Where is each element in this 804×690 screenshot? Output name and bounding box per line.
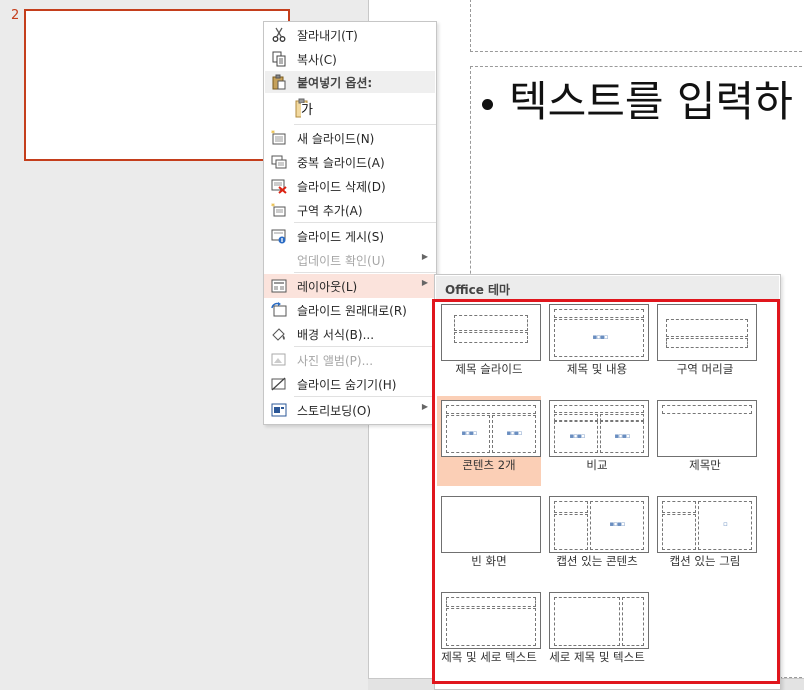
- menu-separator: [294, 346, 436, 347]
- clipboard-icon: [272, 74, 286, 90]
- menu-item-hide-slide[interactable]: 슬라이드 숨기기(H): [264, 372, 436, 396]
- menu-item-format-background[interactable]: 배경 서식(B)...: [264, 322, 436, 346]
- menu-item-new-slide[interactable]: * 새 슬라이드(N): [264, 126, 436, 150]
- menu-item-label: 레이아웃(L): [297, 280, 358, 294]
- svg-text:*: *: [271, 130, 275, 138]
- context-menu: 잘라내기(T) 복사(C) 붙여넣기 옵션: * 새 슬라이드(N) 중복 슬라…: [263, 21, 437, 425]
- menu-item-label: 복사(C): [297, 53, 337, 67]
- highlight-annotation-box: [432, 299, 780, 684]
- menu-separator: [294, 222, 436, 223]
- submenu-arrow-icon: ▶: [421, 252, 428, 261]
- title-placeholder[interactable]: [470, 0, 804, 52]
- menu-item-cut[interactable]: 잘라내기(T): [264, 23, 436, 47]
- slide-thumbnail[interactable]: [24, 9, 290, 161]
- menu-item-duplicate-slide[interactable]: 중복 슬라이드(A): [264, 150, 436, 174]
- paste-options-label: 붙여넣기 옵션:: [297, 76, 373, 90]
- menu-item-label: 슬라이드 원래대로(R): [297, 304, 407, 318]
- bullet-dot: [482, 99, 493, 110]
- paste-keep-text-only-button[interactable]: 가: [295, 98, 315, 120]
- menu-separator: [294, 396, 436, 397]
- menu-item-reset-slide[interactable]: 슬라이드 원래대로(R): [264, 298, 436, 322]
- add-section-icon: *: [271, 202, 286, 217]
- theme-header-label: Office 테마: [445, 283, 511, 297]
- submenu-arrow-icon: ▶: [421, 278, 428, 287]
- menu-item-label: 중복 슬라이드(A): [297, 156, 385, 170]
- submenu-arrow-icon: ▶: [421, 402, 428, 411]
- slide-number: 2: [11, 8, 20, 23]
- delete-slide-icon: [271, 179, 287, 194]
- menu-item-label: 배경 서식(B)...: [297, 328, 375, 342]
- svg-text:*: *: [271, 202, 275, 211]
- menu-item-label: 업데이트 확인(U): [297, 254, 386, 268]
- menu-item-label: 슬라이드 숨기기(H): [297, 378, 397, 392]
- menu-item-layout[interactable]: 레이아웃(L) ▶: [264, 274, 436, 298]
- menu-separator: [294, 124, 436, 125]
- bullet-text: 텍스트를 입력하: [509, 77, 793, 126]
- paste-options-header: 붙여넣기 옵션:: [265, 71, 435, 93]
- menu-item-label: 슬라이드 삭제(D): [297, 180, 386, 194]
- menu-item-storyboarding[interactable]: 스토리보딩(O) ▶: [264, 398, 436, 422]
- content-bullet: 텍스트를 입력하: [482, 68, 793, 129]
- menu-item-photo-album: 사진 앨범(P)...: [264, 348, 436, 372]
- paste-option-glyph: 가: [301, 103, 313, 118]
- menu-item-publish-slides[interactable]: 슬라이드 게시(S): [264, 224, 436, 248]
- menu-item-check-for-updates: 업데이트 확인(U) ▶: [264, 248, 436, 272]
- duplicate-slide-icon: [271, 155, 287, 169]
- publish-slides-icon: [271, 229, 286, 244]
- menu-item-label: 사진 앨범(P)...: [297, 354, 374, 368]
- scissors-icon: [272, 27, 286, 42]
- reset-slide-icon: [271, 302, 287, 317]
- new-slide-icon: *: [271, 130, 286, 145]
- menu-item-label: 새 슬라이드(N): [297, 132, 375, 146]
- storyboarding-icon: [271, 403, 287, 417]
- theme-header: Office 테마: [436, 276, 779, 300]
- hide-slide-icon: [271, 377, 286, 391]
- layout-icon: [271, 279, 287, 293]
- menu-item-label: 스토리보딩(O): [297, 404, 372, 418]
- menu-item-label: 잘라내기(T): [297, 29, 358, 43]
- copy-icon: [272, 51, 286, 67]
- menu-item-label: 슬라이드 게시(S): [297, 230, 385, 244]
- menu-item-delete-slide[interactable]: 슬라이드 삭제(D): [264, 174, 436, 198]
- menu-separator: [294, 272, 436, 273]
- menu-item-label: 구역 추가(A): [297, 204, 363, 218]
- photo-album-icon: [271, 353, 286, 366]
- menu-item-copy[interactable]: 복사(C): [264, 47, 436, 71]
- format-background-icon: [272, 328, 285, 341]
- menu-item-add-section[interactable]: * 구역 추가(A): [264, 198, 436, 222]
